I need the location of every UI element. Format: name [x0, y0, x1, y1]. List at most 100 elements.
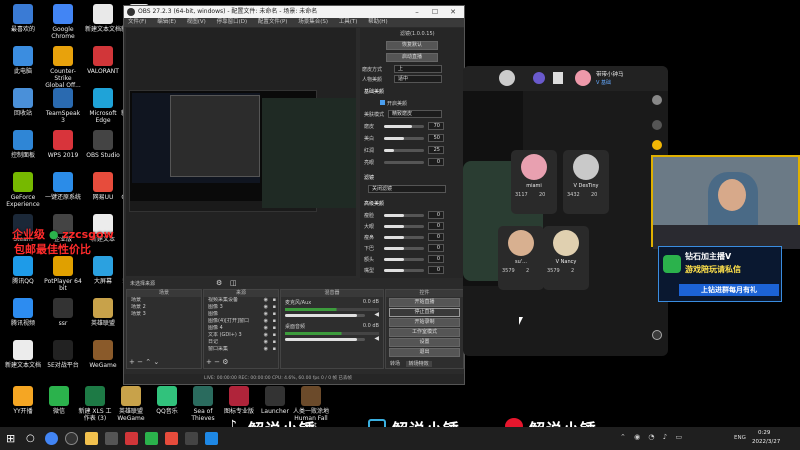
app-icon[interactable]	[185, 432, 198, 445]
scene-item[interactable]: 场景	[127, 297, 201, 304]
lock-icon[interactable]: ▪	[273, 325, 276, 332]
desktop-icon[interactable]: 5E对战平台	[44, 340, 82, 369]
desktop-icon[interactable]: Sea of Thieves	[184, 386, 222, 422]
menu-view[interactable]: 视图(V)	[187, 19, 206, 25]
user-card[interactable]: su'... 3579 2	[498, 226, 544, 290]
beauty-slider[interactable]	[384, 137, 424, 140]
desktop-icon[interactable]: Launcher	[256, 386, 294, 415]
close-button[interactable]: ✕	[446, 6, 460, 18]
adv-slider-value[interactable]: 0	[428, 222, 444, 230]
clock-date[interactable]: 2022/3/27	[752, 439, 780, 445]
scene-item[interactable]: 场景 3	[127, 311, 201, 318]
speaker-icon[interactable]: ◀	[374, 311, 379, 318]
move-down-icon[interactable]: ⌄	[153, 358, 159, 366]
obs-titlebar[interactable]: OBS 27.2.3 (64-bit, windows) - 配置文件: 未命名…	[124, 6, 464, 18]
desktop-icon[interactable]: 新建文本文档	[84, 4, 122, 33]
eye-icon[interactable]: ◉	[264, 346, 268, 353]
skin-mode-select[interactable]: 精致磨皮	[388, 110, 442, 118]
minimize-button[interactable]: –	[410, 6, 424, 18]
lock-icon[interactable]: ▪	[273, 332, 276, 339]
reset-default-button[interactable]: 恢复默认	[386, 41, 438, 50]
speaker-icon[interactable]: ◀	[374, 335, 379, 342]
app-icon[interactable]	[105, 432, 118, 445]
adv-slider[interactable]	[384, 236, 424, 239]
filter-icon[interactable]: ◫	[230, 279, 237, 287]
desktop-icon[interactable]: PotPlayer 64 bit	[44, 256, 82, 292]
obs-taskbar-icon[interactable]	[65, 432, 78, 445]
source-item[interactable]: 图像 ◉ ▪	[204, 311, 278, 318]
adv-slider[interactable]	[384, 258, 424, 261]
menu-scene-collection[interactable]: 场景集合(S)	[298, 19, 328, 25]
adv-slider-value[interactable]: 0	[428, 266, 444, 274]
beauty-slider-value[interactable]: 0	[428, 158, 444, 166]
home-icon[interactable]	[652, 95, 662, 105]
lock-icon[interactable]: ▪	[273, 311, 276, 318]
remove-scene-icon[interactable]: −	[137, 358, 143, 366]
desktop-icon[interactable]: 一键还原系统	[44, 172, 82, 201]
desktop-icon[interactable]: Counter-Strike Global Off...	[44, 46, 82, 89]
filter-select[interactable]: 关闭滤镜	[368, 185, 446, 193]
source-item[interactable]: 图像(4)[打开]窗口 ◉ ▪	[204, 318, 278, 325]
desktop-icon[interactable]: QQ音乐	[148, 386, 186, 415]
adv-slider[interactable]	[384, 214, 424, 217]
lock-icon[interactable]: ▪	[273, 339, 276, 346]
source-item[interactable]: 窗口采集 ◉ ▪	[204, 346, 278, 353]
source-item[interactable]: 文本 (GDI+) 3 ◉ ▪	[204, 332, 278, 339]
beauty-slider-value[interactable]: 25	[428, 146, 444, 154]
add-scene-icon[interactable]: +	[129, 358, 135, 366]
beauty-slider[interactable]	[384, 161, 424, 164]
enable-beauty-checkbox[interactable]: 开启美颜	[380, 100, 407, 107]
adv-slider[interactable]	[384, 247, 424, 250]
volume-slider[interactable]	[285, 314, 365, 317]
desktop-icon[interactable]: 网易UU	[84, 172, 122, 201]
desktop-icon[interactable]: Google Chrome	[44, 4, 82, 40]
desktop-icon[interactable]: 新建 XLS 工作表 (3)	[76, 386, 114, 422]
lock-icon[interactable]: ▪	[273, 346, 276, 353]
scene-item[interactable]: 场景 2	[127, 304, 201, 311]
desktop-icon[interactable]: 此电脑	[4, 46, 42, 75]
desktop-icon[interactable]: WPS 2019	[44, 130, 82, 159]
desktop-icon[interactable]: 英雄联盟	[84, 298, 122, 327]
transition-effects-button[interactable]: 转场特效	[405, 361, 432, 367]
clock-time[interactable]: 0:29	[758, 430, 770, 436]
lock-icon[interactable]: ▪	[273, 297, 276, 304]
avatar[interactable]	[575, 70, 591, 86]
desktop-icon[interactable]: 英雄联盟WeGame	[112, 386, 150, 422]
eye-icon[interactable]: ◉	[264, 339, 268, 346]
menu-edit[interactable]: 编辑(E)	[157, 19, 176, 25]
move-up-icon[interactable]: ⌃	[145, 358, 151, 366]
badge-icon[interactable]	[533, 72, 545, 84]
app-icon[interactable]	[165, 432, 178, 445]
eye-icon[interactable]: ◉	[264, 311, 268, 318]
adv-slider-value[interactable]: 0	[428, 244, 444, 252]
portrait-beauty-select[interactable]: 适中	[394, 75, 442, 83]
eye-icon[interactable]: ◉	[264, 332, 268, 339]
control-button[interactable]: 设置	[389, 338, 460, 347]
adv-slider-value[interactable]: 0	[428, 255, 444, 263]
obs-preview[interactable]	[126, 28, 356, 276]
obs-window[interactable]: OBS 27.2.3 (64-bit, windows) - 配置文件: 未命名…	[123, 5, 466, 385]
control-button[interactable]: 工作室模式	[389, 328, 460, 337]
lock-icon[interactable]: ▪	[273, 318, 276, 325]
source-item[interactable]: 图像 4 ◉ ▪	[204, 325, 278, 332]
user-card[interactable]: V DesTiny 3432 20	[563, 150, 609, 214]
chrome-icon[interactable]	[45, 432, 58, 445]
desktop-icon[interactable]: 图标专业版	[220, 386, 258, 415]
adv-slider[interactable]	[384, 225, 424, 228]
app-icon[interactable]	[205, 432, 218, 445]
desktop-icon[interactable]: 最喜欢的	[4, 4, 42, 33]
menu-profile[interactable]: 配置文件(P)	[258, 19, 288, 25]
volume-slider[interactable]	[285, 338, 365, 341]
control-button[interactable]: 退出	[389, 348, 460, 357]
gift-icon[interactable]	[553, 72, 563, 84]
adv-slider-value[interactable]: 0	[428, 233, 444, 241]
menu-docks[interactable]: 停靠窗口(D)	[217, 19, 248, 25]
maximize-button[interactable]: ☐	[428, 6, 442, 18]
desktop-icon[interactable]: 回收站	[4, 88, 42, 117]
desktop-icon[interactable]: OBS Studio	[84, 130, 122, 159]
desktop-icon[interactable]: Microsoft Edge	[84, 88, 122, 124]
app-icon[interactable]	[125, 432, 138, 445]
menu-tools[interactable]: 工具(T)	[339, 19, 358, 25]
chat-icon[interactable]	[652, 330, 662, 340]
control-button[interactable]: 开始录制	[389, 318, 460, 327]
